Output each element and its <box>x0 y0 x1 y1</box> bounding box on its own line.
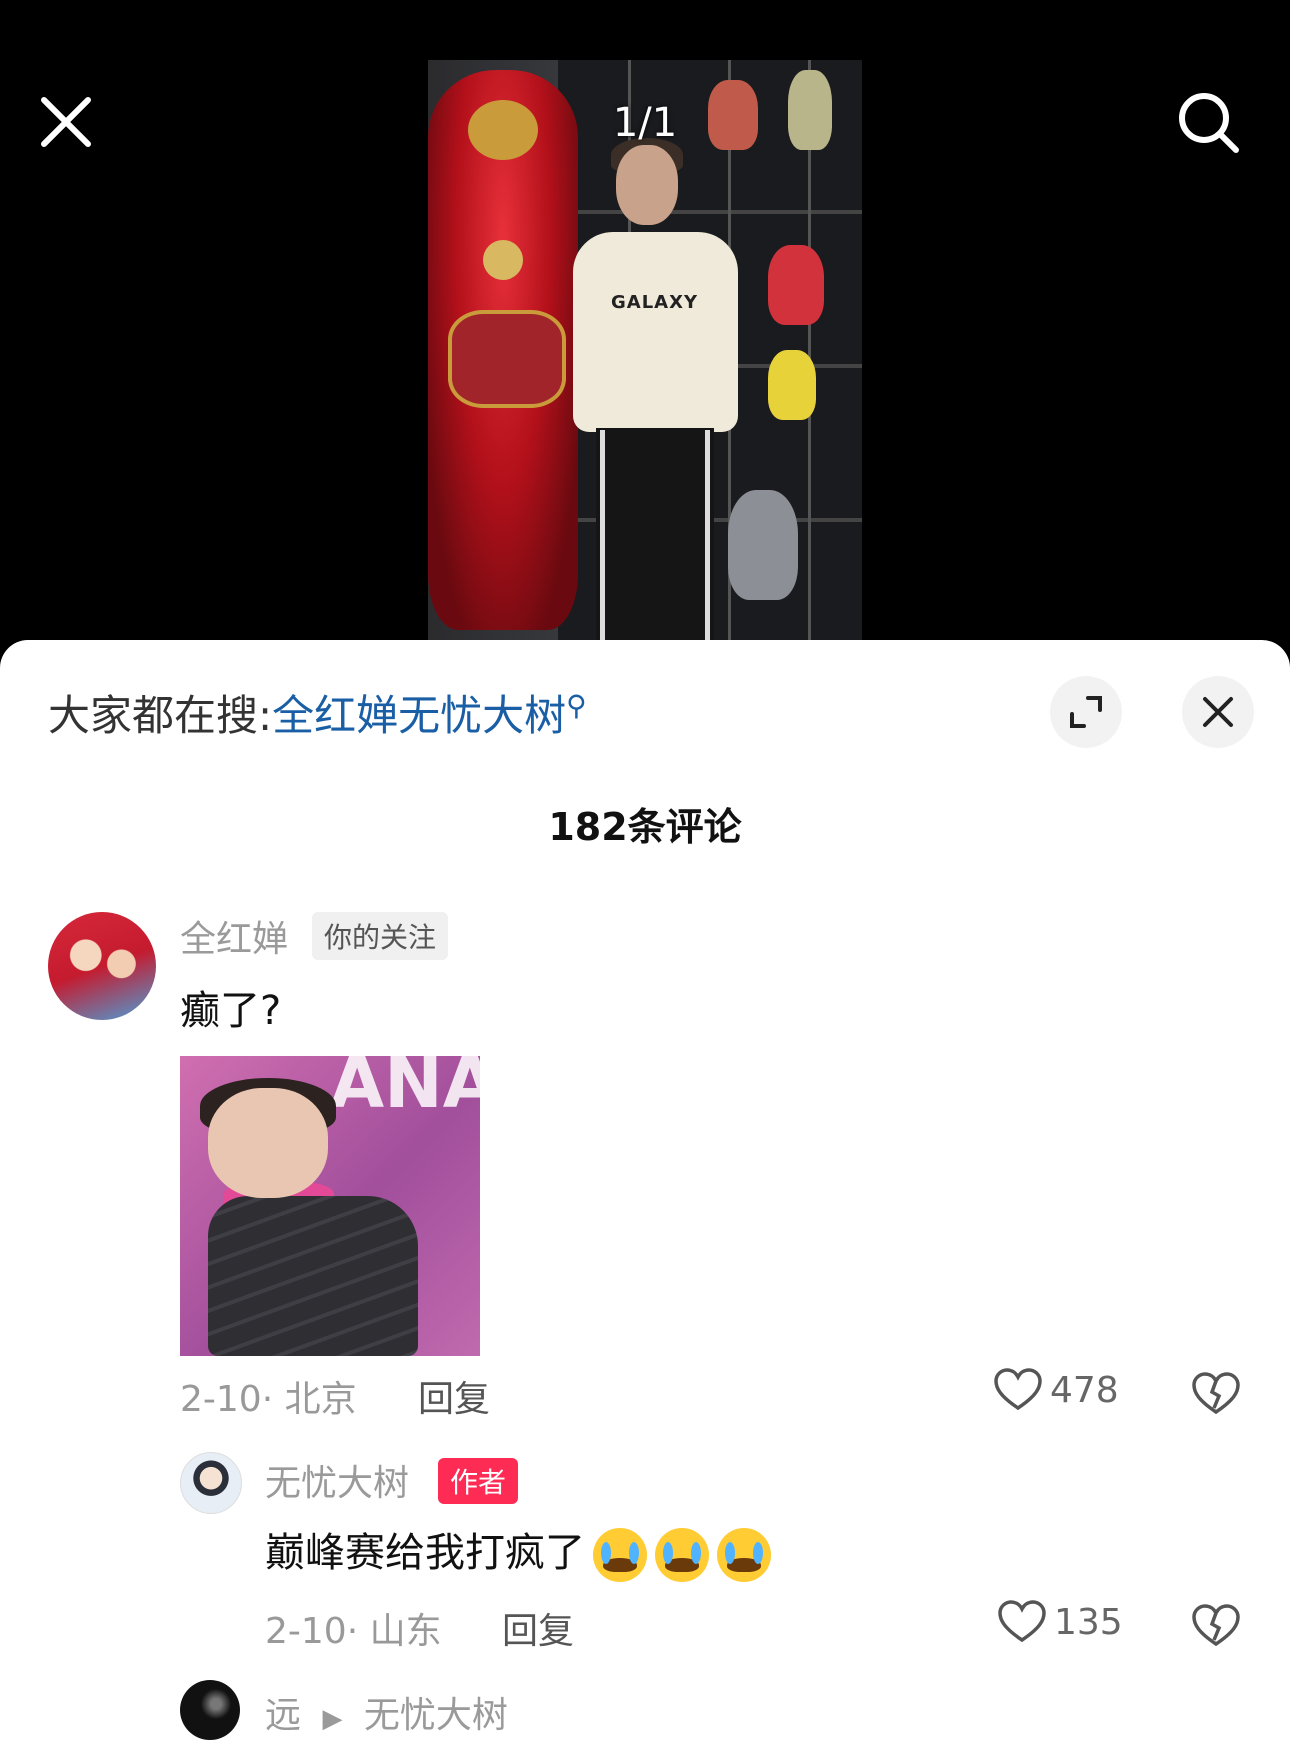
reply-button[interactable]: 回复 <box>502 1602 574 1654</box>
reply-text: 巅峰赛给我打疯了 <box>265 1520 771 1582</box>
comment-meta: 2-10· 北京 <box>180 1379 357 1420</box>
reply-location: 山东 <box>369 1611 442 1652</box>
like-count: 478 <box>1050 1369 1119 1411</box>
like-count: 135 <box>1054 1601 1123 1643</box>
comment-image[interactable]: ANA <box>180 1056 480 1356</box>
reply-thread-header: 远 ▶ 无忧大树 <box>265 1686 508 1738</box>
avatar[interactable] <box>48 912 156 1020</box>
dislike-button[interactable] <box>1192 1604 1240 1652</box>
reply-username[interactable]: 无忧大树 <box>265 1454 409 1506</box>
broken-heart-icon <box>1192 1604 1240 1647</box>
heart-icon <box>994 1368 1042 1411</box>
crying-emoji-icon <box>655 1528 709 1582</box>
comment-date: 2-10 <box>180 1379 262 1420</box>
person-sweatshirt <box>573 232 738 432</box>
trending-search-term[interactable]: 全红婵无忧大树 <box>272 691 566 740</box>
expand-icon <box>1070 696 1102 728</box>
crying-emoji-icon <box>717 1528 771 1582</box>
heart-icon <box>998 1600 1046 1643</box>
play-arrow-icon: ▶ <box>322 1704 343 1734</box>
reply-to-username[interactable]: 无忧大树 <box>364 1695 508 1736</box>
small-search-icon: ⚲ <box>566 689 587 722</box>
comment-username[interactable]: 全红婵 <box>180 910 288 962</box>
like-button[interactable]: 478 <box>994 1368 1119 1412</box>
trending-search-prefix: 大家都在搜: <box>48 691 273 740</box>
close-icon <box>1203 697 1233 727</box>
dislike-button[interactable] <box>1192 1372 1240 1420</box>
reply-text-content: 巅峰赛给我打疯了 <box>265 1530 585 1576</box>
shirt-print: GALAXY <box>611 292 699 313</box>
like-button[interactable]: 135 <box>998 1600 1123 1644</box>
image-viewer: GALAXY 1/1 <box>0 0 1290 650</box>
expand-button[interactable] <box>1050 676 1122 748</box>
comment-location: 北京 <box>284 1379 357 1420</box>
reply-username[interactable]: 远 <box>265 1695 301 1736</box>
close-icon[interactable] <box>36 92 96 152</box>
reply-meta: 2-10· 山东 <box>265 1611 442 1652</box>
broken-heart-icon <box>1192 1372 1240 1415</box>
post-photo[interactable]: GALAXY 1/1 <box>428 60 862 640</box>
comment-count: 182条评论 <box>548 805 742 849</box>
author-badge: 作者 <box>438 1458 519 1504</box>
search-icon[interactable] <box>1174 88 1244 158</box>
person-head <box>616 145 678 225</box>
comments-sheet: 大家都在搜:全红婵无忧大树⚲ 182条评论 全红婵 你的关注 癫了? ANA 2… <box>0 640 1290 1754</box>
close-comments-button[interactable] <box>1182 676 1254 748</box>
crying-emoji-icon <box>593 1528 647 1582</box>
avatar[interactable] <box>180 1452 242 1514</box>
reply-date: 2-10 <box>265 1611 347 1652</box>
comment-image-text: ANA <box>330 1056 480 1124</box>
comment-text: 癫了? <box>180 988 282 1034</box>
following-badge: 你的关注 <box>312 912 449 960</box>
reply-button[interactable]: 回复 <box>418 1370 490 1422</box>
image-counter: 1/1 <box>612 100 678 146</box>
trending-search[interactable]: 大家都在搜:全红婵无忧大树⚲ <box>48 682 587 743</box>
avatar[interactable] <box>180 1680 240 1740</box>
figure-statue <box>428 70 578 630</box>
